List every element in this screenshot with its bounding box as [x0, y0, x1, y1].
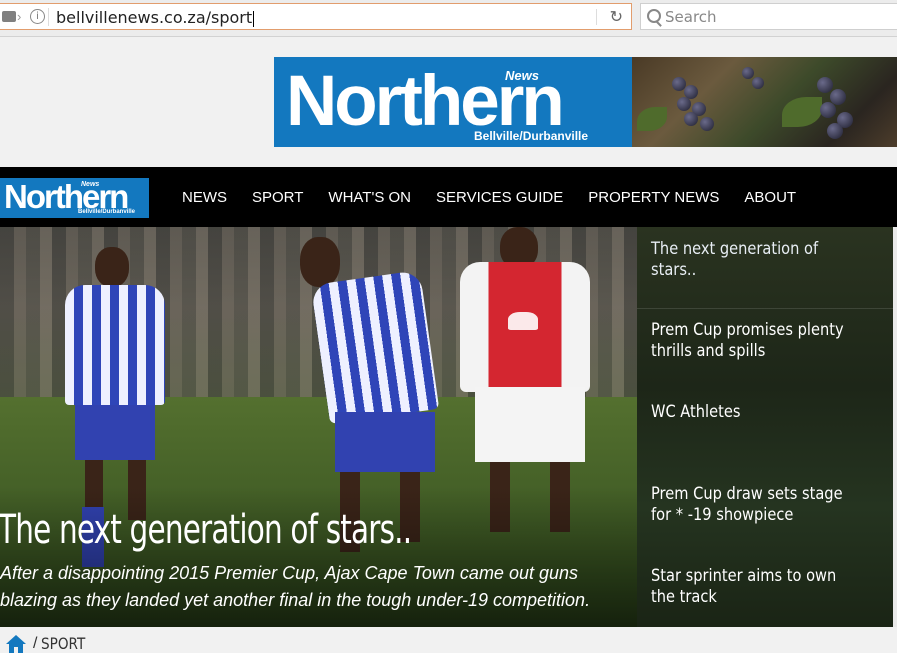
page-edge	[893, 227, 897, 627]
headline-sidebar: The next generation of stars.. Prem Cup …	[637, 227, 893, 627]
banner-logo-news: News	[505, 68, 539, 83]
banner-logo[interactable]: Northern News Bellville/Durbanville	[274, 57, 632, 147]
nav-item-property-news[interactable]: PROPERTY NEWS	[588, 189, 719, 206]
main-nav: Northern News Bellville/Durbanville NEWS…	[0, 167, 897, 227]
page-icon	[2, 11, 16, 22]
search-placeholder: Search	[665, 8, 717, 26]
url-text[interactable]: bellvillenews.co.za/sport	[56, 8, 255, 27]
info-icon[interactable]: i	[30, 9, 45, 24]
header-banner[interactable]: Northern News Bellville/Durbanville	[274, 57, 897, 147]
sidebar-headline[interactable]: Prem Cup promises plenty thrills and spi…	[651, 320, 851, 362]
sidebar-headline[interactable]: WC Athletes	[651, 402, 851, 423]
hero-description: After a disappointing 2015 Premier Cup, …	[0, 563, 591, 610]
nav-item-whats-on[interactable]: WHAT'S ON	[328, 189, 411, 206]
hero-slide[interactable]: The next generation of stars.. After a d…	[0, 227, 637, 627]
sidebar-headline[interactable]: The next generation of stars..	[651, 239, 851, 281]
breadcrumb: / SPORT	[6, 634, 94, 653]
url-field[interactable]: › i bellvillenews.co.za/sport ↻	[0, 3, 632, 30]
nav-logo-subtitle: Bellville/Durbanville	[78, 209, 136, 215]
nav-item-about[interactable]: ABOUT	[744, 189, 796, 206]
url-separator	[48, 8, 49, 26]
breadcrumb-separator: /	[33, 634, 38, 652]
nav-item-services-guide[interactable]: SERVICES GUIDE	[436, 189, 563, 206]
nav-item-sport[interactable]: SPORT	[252, 189, 303, 206]
reload-icon[interactable]: ↻	[610, 7, 623, 26]
browser-toolbar: › i bellvillenews.co.za/sport ↻ Search	[0, 0, 897, 37]
search-icon	[647, 9, 661, 23]
reload-separator	[596, 9, 597, 25]
sidebar-headline[interactable]: Prem Cup draw sets stage for * -19 showp…	[651, 484, 851, 526]
search-field[interactable]: Search	[640, 3, 897, 30]
sidebar-divider	[637, 308, 893, 309]
sidebar-headline[interactable]: Star sprinter aims to own the track	[651, 566, 851, 608]
banner-logo-subtitle: Bellville/Durbanville	[474, 129, 589, 143]
nav-logo-news: News	[81, 181, 100, 188]
nav-menu: NEWS SPORT WHAT'S ON SERVICES GUIDE PROP…	[182, 167, 821, 227]
nav-logo[interactable]: Northern News Bellville/Durbanville	[0, 178, 149, 218]
home-icon[interactable]	[6, 634, 26, 653]
nav-item-news[interactable]: NEWS	[182, 189, 227, 206]
breadcrumb-current: SPORT	[41, 634, 86, 653]
banner-grapes-image	[632, 57, 897, 147]
hero-title[interactable]: The next generation of stars..	[0, 507, 412, 553]
chevron-right-icon: ›	[17, 9, 22, 24]
